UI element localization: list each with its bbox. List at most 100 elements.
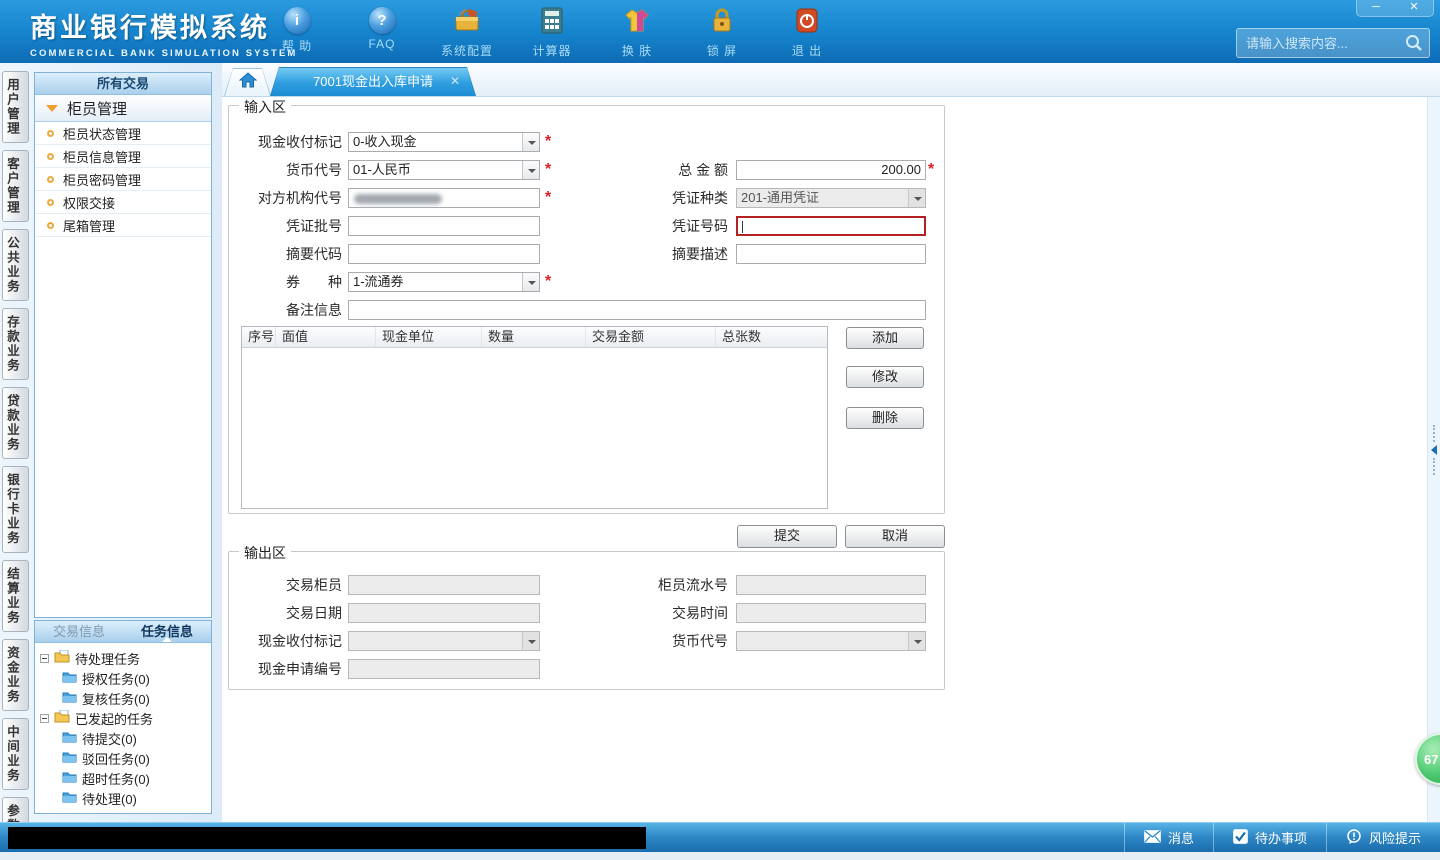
tab-home[interactable]	[224, 68, 271, 96]
close-button[interactable]: ✕	[1395, 0, 1433, 16]
bullet-ring-icon	[47, 152, 54, 160]
search-icon[interactable]	[1405, 34, 1423, 57]
col-cash-unit[interactable]: 现金单位	[376, 327, 482, 347]
output-cash-apply-no	[348, 659, 540, 679]
folder-icon	[62, 791, 77, 806]
select-cash-flag[interactable]: 0-收入现金	[348, 132, 540, 152]
label-cash-flag-out: 现金收付标记	[258, 633, 342, 649]
col-face-value[interactable]: 面值	[276, 327, 376, 347]
toolbar-lock-screen[interactable]: 锁 屏	[693, 7, 751, 59]
collapse-minus-icon[interactable]	[40, 713, 49, 723]
rail-tab-deposit-business[interactable]: 存款业务	[2, 308, 29, 380]
sidebar-item-teller-password[interactable]: 柜员密码管理	[35, 168, 211, 191]
col-txn-amount[interactable]: 交易金额	[586, 327, 716, 347]
tab-task-info[interactable]: 任务信息	[123, 621, 211, 642]
panel-collapse-handle[interactable]	[1429, 425, 1439, 475]
input-summary-code[interactable]	[348, 244, 540, 264]
toolbar-help[interactable]: i 帮 助	[268, 7, 326, 59]
tab-cash-inout-application[interactable]: 7001现金出入库申请 ✕	[270, 67, 476, 96]
col-seq[interactable]: 序号	[242, 327, 276, 347]
rail-tab-user-mgmt[interactable]: 用户管理	[2, 71, 29, 143]
task-panel-tabs: 交易信息 任务信息	[35, 621, 211, 643]
minimize-button[interactable]: ─	[1357, 0, 1395, 16]
collapse-minus-icon[interactable]	[40, 653, 49, 663]
toolbar-change-skin[interactable]: 换 肤	[608, 7, 666, 59]
checkbox-icon	[1232, 828, 1248, 847]
tree-node-pending-tasks[interactable]: 待处理任务	[35, 648, 211, 668]
label-counterparty-org: 对方机构代号	[258, 190, 342, 206]
input-counterparty-org[interactable]	[348, 188, 540, 208]
tree-node-to-submit[interactable]: 待提交(0)	[35, 728, 211, 748]
rail-tab-public-business[interactable]: 公共业务	[2, 229, 29, 301]
delete-button[interactable]: 删除	[846, 407, 924, 429]
sidebar-header: 所有交易	[35, 73, 211, 95]
col-quantity[interactable]: 数量	[482, 327, 586, 347]
rail-tab-customer-mgmt[interactable]: 客户管理	[2, 150, 29, 222]
output-currency	[736, 631, 926, 651]
status-todo[interactable]: 待办事项	[1212, 823, 1326, 852]
chevron-down-icon[interactable]	[522, 133, 539, 151]
search-input[interactable]	[1236, 28, 1430, 58]
denomination-table[interactable]: 序号 面值 现金单位 数量 交易金额 总张数	[241, 326, 828, 509]
toolbar-system-config[interactable]: 系统配置	[438, 7, 496, 59]
folder-page-icon	[54, 649, 70, 666]
label-currency-out: 货币代号	[672, 633, 728, 649]
cancel-button[interactable]: 取消	[845, 525, 945, 548]
required-mark: *	[545, 161, 552, 178]
tree-node-auth-tasks[interactable]: 授权任务(0)	[35, 668, 211, 688]
window-controls: ─ ✕	[1356, 0, 1434, 17]
input-voucher-number[interactable]	[736, 216, 926, 236]
bullet-ring-icon	[47, 129, 54, 137]
sidebar-section-teller-mgmt[interactable]: 柜员管理	[35, 95, 211, 122]
toolbox-icon	[453, 7, 481, 39]
label-voucher-number: 凭证号码	[672, 218, 728, 234]
home-icon	[239, 72, 257, 93]
rail-tab-funds-business[interactable]: 资金业务	[2, 638, 29, 711]
input-remark[interactable]	[348, 300, 926, 320]
modify-button[interactable]: 修改	[846, 366, 924, 388]
toolbar-exit[interactable]: 退 出	[778, 7, 836, 59]
output-teller-serial	[736, 575, 926, 595]
toolbar-faq[interactable]: ? FAQ	[353, 7, 411, 59]
app-header: 商业银行模拟系统 COMMERCIAL BANK SIMULATION SYST…	[0, 0, 1440, 63]
padlock-icon	[710, 7, 734, 39]
input-section-title: 输入区	[239, 97, 291, 117]
sidebar-item-cashbox-mgmt[interactable]: 尾箱管理	[35, 214, 211, 237]
rail-tab-settlement-business[interactable]: 结算业务	[2, 559, 29, 632]
left-column: 用户管理 客户管理 公共业务 存款业务 贷款业务 银行卡业务 结算业务 资金业务…	[0, 63, 222, 860]
rail-tab-bankcard-business[interactable]: 银行卡业务	[2, 466, 29, 553]
tree-node-pending[interactable]: 待处理(0)	[35, 788, 211, 808]
redacted-value	[354, 194, 442, 204]
select-currency-code[interactable]: 01-人民币	[348, 160, 540, 180]
chevron-down-icon[interactable]	[522, 161, 539, 179]
tree-node-review-tasks[interactable]: 复核任务(0)	[35, 688, 211, 708]
toolbar-calculator[interactable]: 计算器	[523, 7, 581, 59]
label-cash-flag: 现金收付标记	[258, 134, 342, 150]
tree-node-timeout-tasks[interactable]: 超时任务(0)	[35, 768, 211, 788]
sidebar-item-teller-info[interactable]: 柜员信息管理	[35, 145, 211, 168]
triangle-down-icon	[46, 104, 58, 112]
tree-node-rejected-tasks[interactable]: 驳回任务(0)	[35, 748, 211, 768]
input-summary-desc[interactable]	[736, 244, 926, 264]
chevron-down-icon[interactable]	[522, 273, 539, 291]
bullet-ring-icon	[47, 198, 54, 206]
sidebar-item-teller-status[interactable]: 柜员状态管理	[35, 122, 211, 145]
tree-node-initiated-tasks[interactable]: 已发起的任务	[35, 708, 211, 728]
select-note-type[interactable]: 1-流通券	[348, 272, 540, 292]
timer-badge[interactable]: 67	[1415, 733, 1440, 785]
tab-close-icon[interactable]: ✕	[450, 74, 460, 88]
alert-bubble-icon	[1346, 828, 1362, 847]
input-voucher-batch[interactable]	[348, 216, 540, 236]
add-button[interactable]: 添加	[846, 327, 924, 349]
submit-button[interactable]: 提交	[737, 525, 837, 548]
tab-transaction-info[interactable]: 交易信息	[35, 621, 123, 642]
status-messages[interactable]: 消息	[1123, 823, 1213, 852]
calculator-icon	[539, 7, 565, 39]
input-total-amount[interactable]: 200.00	[736, 160, 926, 180]
sidebar-item-authority-handover[interactable]: 权限交接	[35, 191, 211, 214]
folder-icon	[62, 771, 77, 786]
rail-tab-loan-business[interactable]: 贷款业务	[2, 387, 29, 459]
status-risk-alert[interactable]: 风险提示	[1325, 823, 1440, 852]
col-total-sheets[interactable]: 总张数	[716, 327, 826, 347]
rail-tab-intermediate-business[interactable]: 中间业务	[2, 717, 29, 790]
